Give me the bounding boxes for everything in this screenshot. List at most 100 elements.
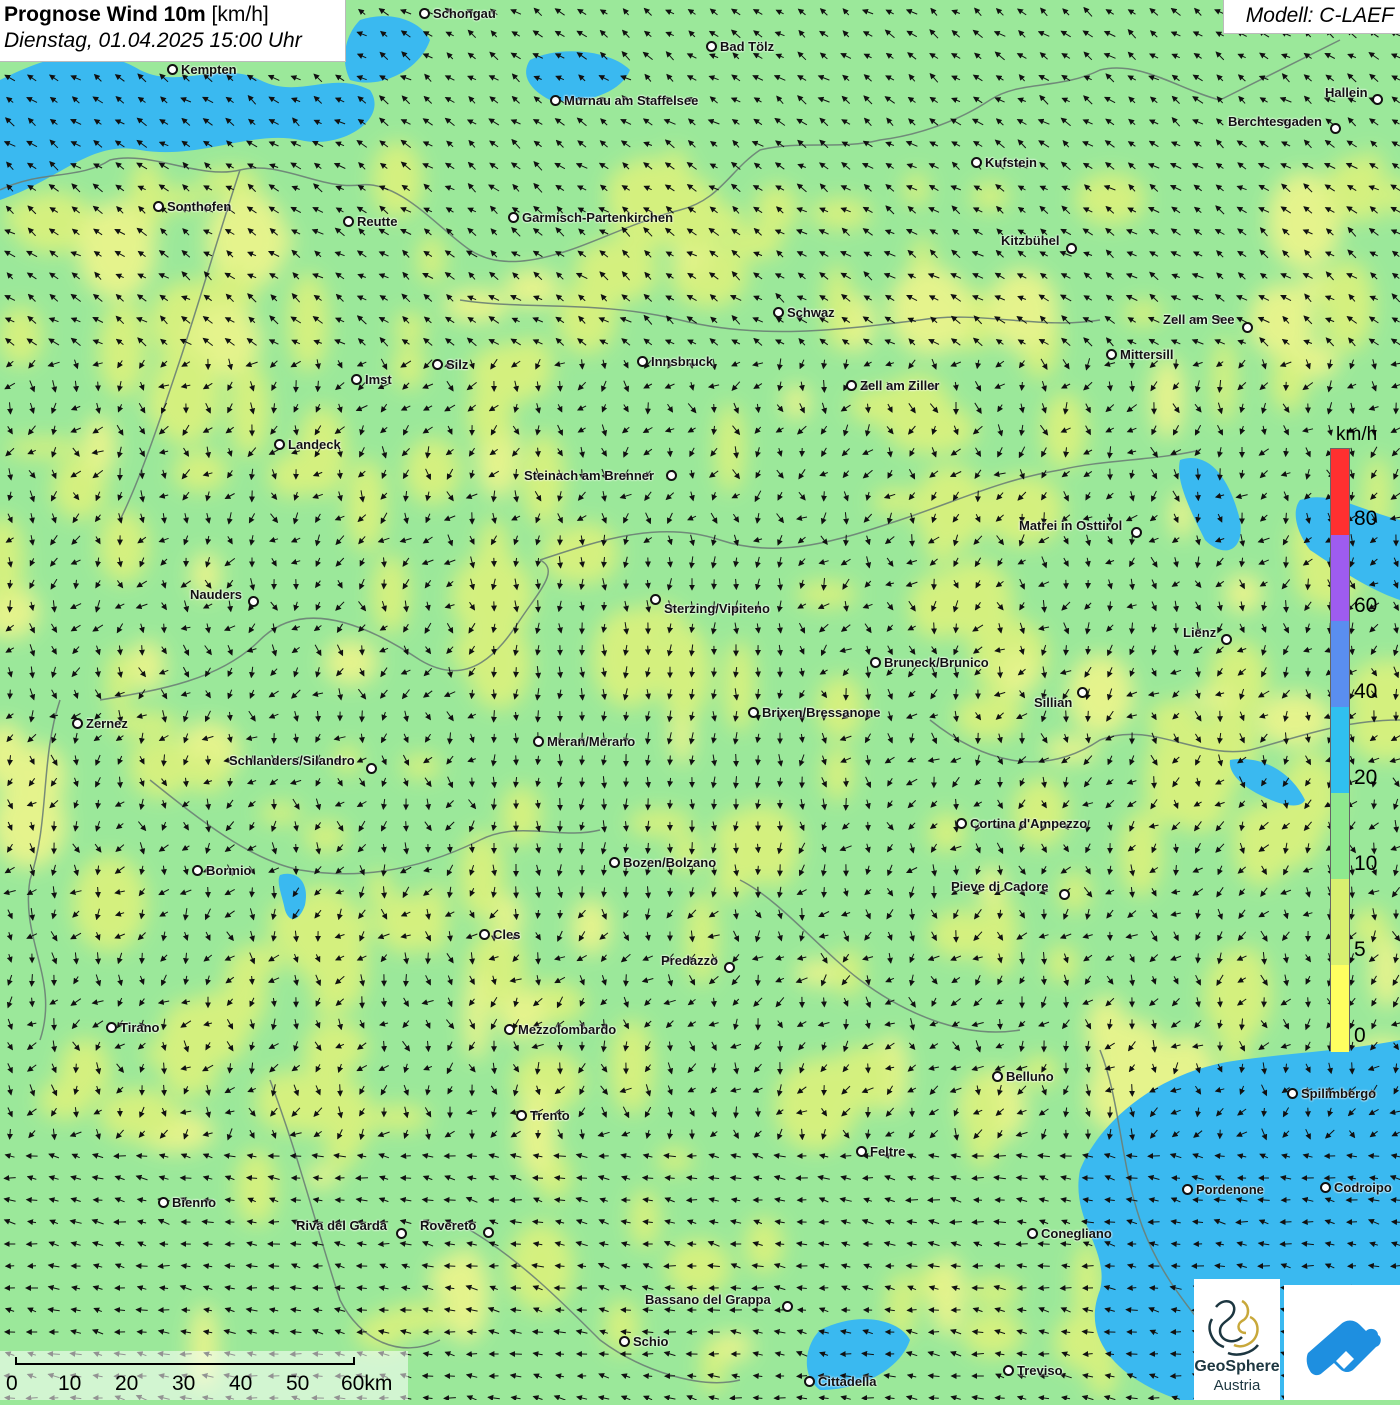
app-logo[interactable] [1284,1285,1400,1400]
legend-seg-0 [1331,965,1349,1052]
city-marker [856,1146,867,1157]
low-wind-patch [930,1255,965,1335]
low-wind-patch [988,269,1058,351]
wind-arrow [560,1063,561,1074]
city-label: Bormio [206,863,252,878]
city-marker [609,857,620,868]
city-label: Codroipo [1334,1180,1392,1195]
city-label: Tirano [120,1020,160,1035]
app-logo-icon [1284,1285,1400,1400]
low-wind-patch [269,453,318,497]
wind-arrow [846,778,847,786]
wind-arrow [1369,1156,1379,1157]
city-marker [706,41,717,52]
low-wind-patch [1204,949,1271,1042]
city-label: Conegliano [1041,1226,1112,1241]
low-wind-patch [715,403,745,493]
city-label: Zernez [86,716,128,731]
wind-arrow [582,645,583,655]
low-wind-patch [999,651,1037,698]
city-label: Predazzo [661,953,718,968]
low-wind-patch [666,1239,731,1296]
low-wind-patch [180,349,211,403]
geosphere-logo[interactable]: GeoSphere Austria [1194,1279,1280,1400]
scale-label: 40 [229,1372,252,1396]
low-wind-patch [1043,737,1098,763]
city-marker [1059,889,1070,900]
city-marker [1242,322,1253,333]
city-label: Cortina d'Ampezzo [970,816,1087,831]
low-wind-patch [712,1333,753,1362]
wind-arrow [1391,1200,1400,1201]
wind-arrow [599,1354,608,1355]
map-title: Prognose Wind 10m [km/h] Dienstag, 01.04… [0,0,346,62]
city-marker [274,439,285,450]
forecast-datetime: Dienstag, 01.04.2025 15:00 Uhr [4,29,341,53]
city-label: Nauders [190,587,242,602]
low-wind-patch [326,1122,358,1170]
wind-arrow [798,1310,806,1311]
low-wind-patch [629,1189,659,1249]
scale-label: 50 [286,1372,309,1396]
city-marker [550,95,561,106]
low-wind-patch [811,198,872,229]
wind-arrow [538,600,539,612]
low-wind-patch [872,488,918,514]
low-wind-patch [464,970,489,1061]
wind-arrow [1066,711,1067,722]
low-wind-patch [910,574,965,639]
wind-arrow [1148,1156,1160,1157]
low-wind-patch [330,911,367,1010]
color-legend: km/h 80 60 40 20 10 5 0 [1326,424,1386,1054]
wind-arrow [928,1200,940,1201]
low-wind-patch [1013,778,1069,847]
wind-arrow [164,624,165,633]
low-wind-patch [1212,337,1236,424]
city-label: Cles [493,927,520,942]
low-wind-patch [83,416,116,477]
geosphere-logo-icon [1194,1287,1280,1365]
wind-arrow [1088,711,1089,721]
wind-arrow [730,1398,742,1399]
low-wind-patch [929,910,993,959]
wind-arrow [934,623,935,634]
city-label: Schio [633,1334,668,1349]
low-wind-patch [796,580,858,607]
wind-arrow [444,1200,455,1201]
wind-arrow [1018,1288,1027,1289]
wind-arrow [995,1398,1004,1399]
wind-arrow [758,975,759,985]
scale-line [15,1357,355,1365]
legend-label-80: 80 [1354,507,1377,531]
wind-arrow [137,1156,147,1157]
low-wind-patch [73,855,147,951]
wind-arrow [670,756,671,765]
city-label: Sonthofen [167,199,231,214]
wind-arrow [362,711,363,722]
legend-label-40: 40 [1354,680,1377,704]
city-marker [248,596,259,607]
low-wind-patch [716,851,748,901]
legend-label-10: 10 [1354,852,1377,876]
city-marker [748,707,759,718]
low-wind-patch [236,1149,278,1225]
city-marker [1066,243,1077,254]
low-wind-patch [978,693,1018,715]
wind-arrow [670,800,671,808]
city-marker [804,1376,815,1387]
wind-arrow [846,535,847,545]
legend-seg-20 [1331,707,1349,793]
city-marker [666,470,677,481]
scale-bar: 0 10 20 30 40 50 60km [0,1351,408,1400]
wind-arrow [291,1156,301,1157]
city-marker [956,818,967,829]
city-marker [1027,1228,1038,1239]
city-label: Meran/Merano [547,734,635,749]
city-label: Pordenone [1196,1182,1264,1197]
city-label: Brixen/Bressanone [762,705,881,720]
wind-arrow [494,734,495,742]
wind-arrow [1016,1244,1027,1245]
scale-label: 60km [341,1372,392,1396]
wind-arrow [516,667,517,677]
city-marker [516,1110,527,1121]
